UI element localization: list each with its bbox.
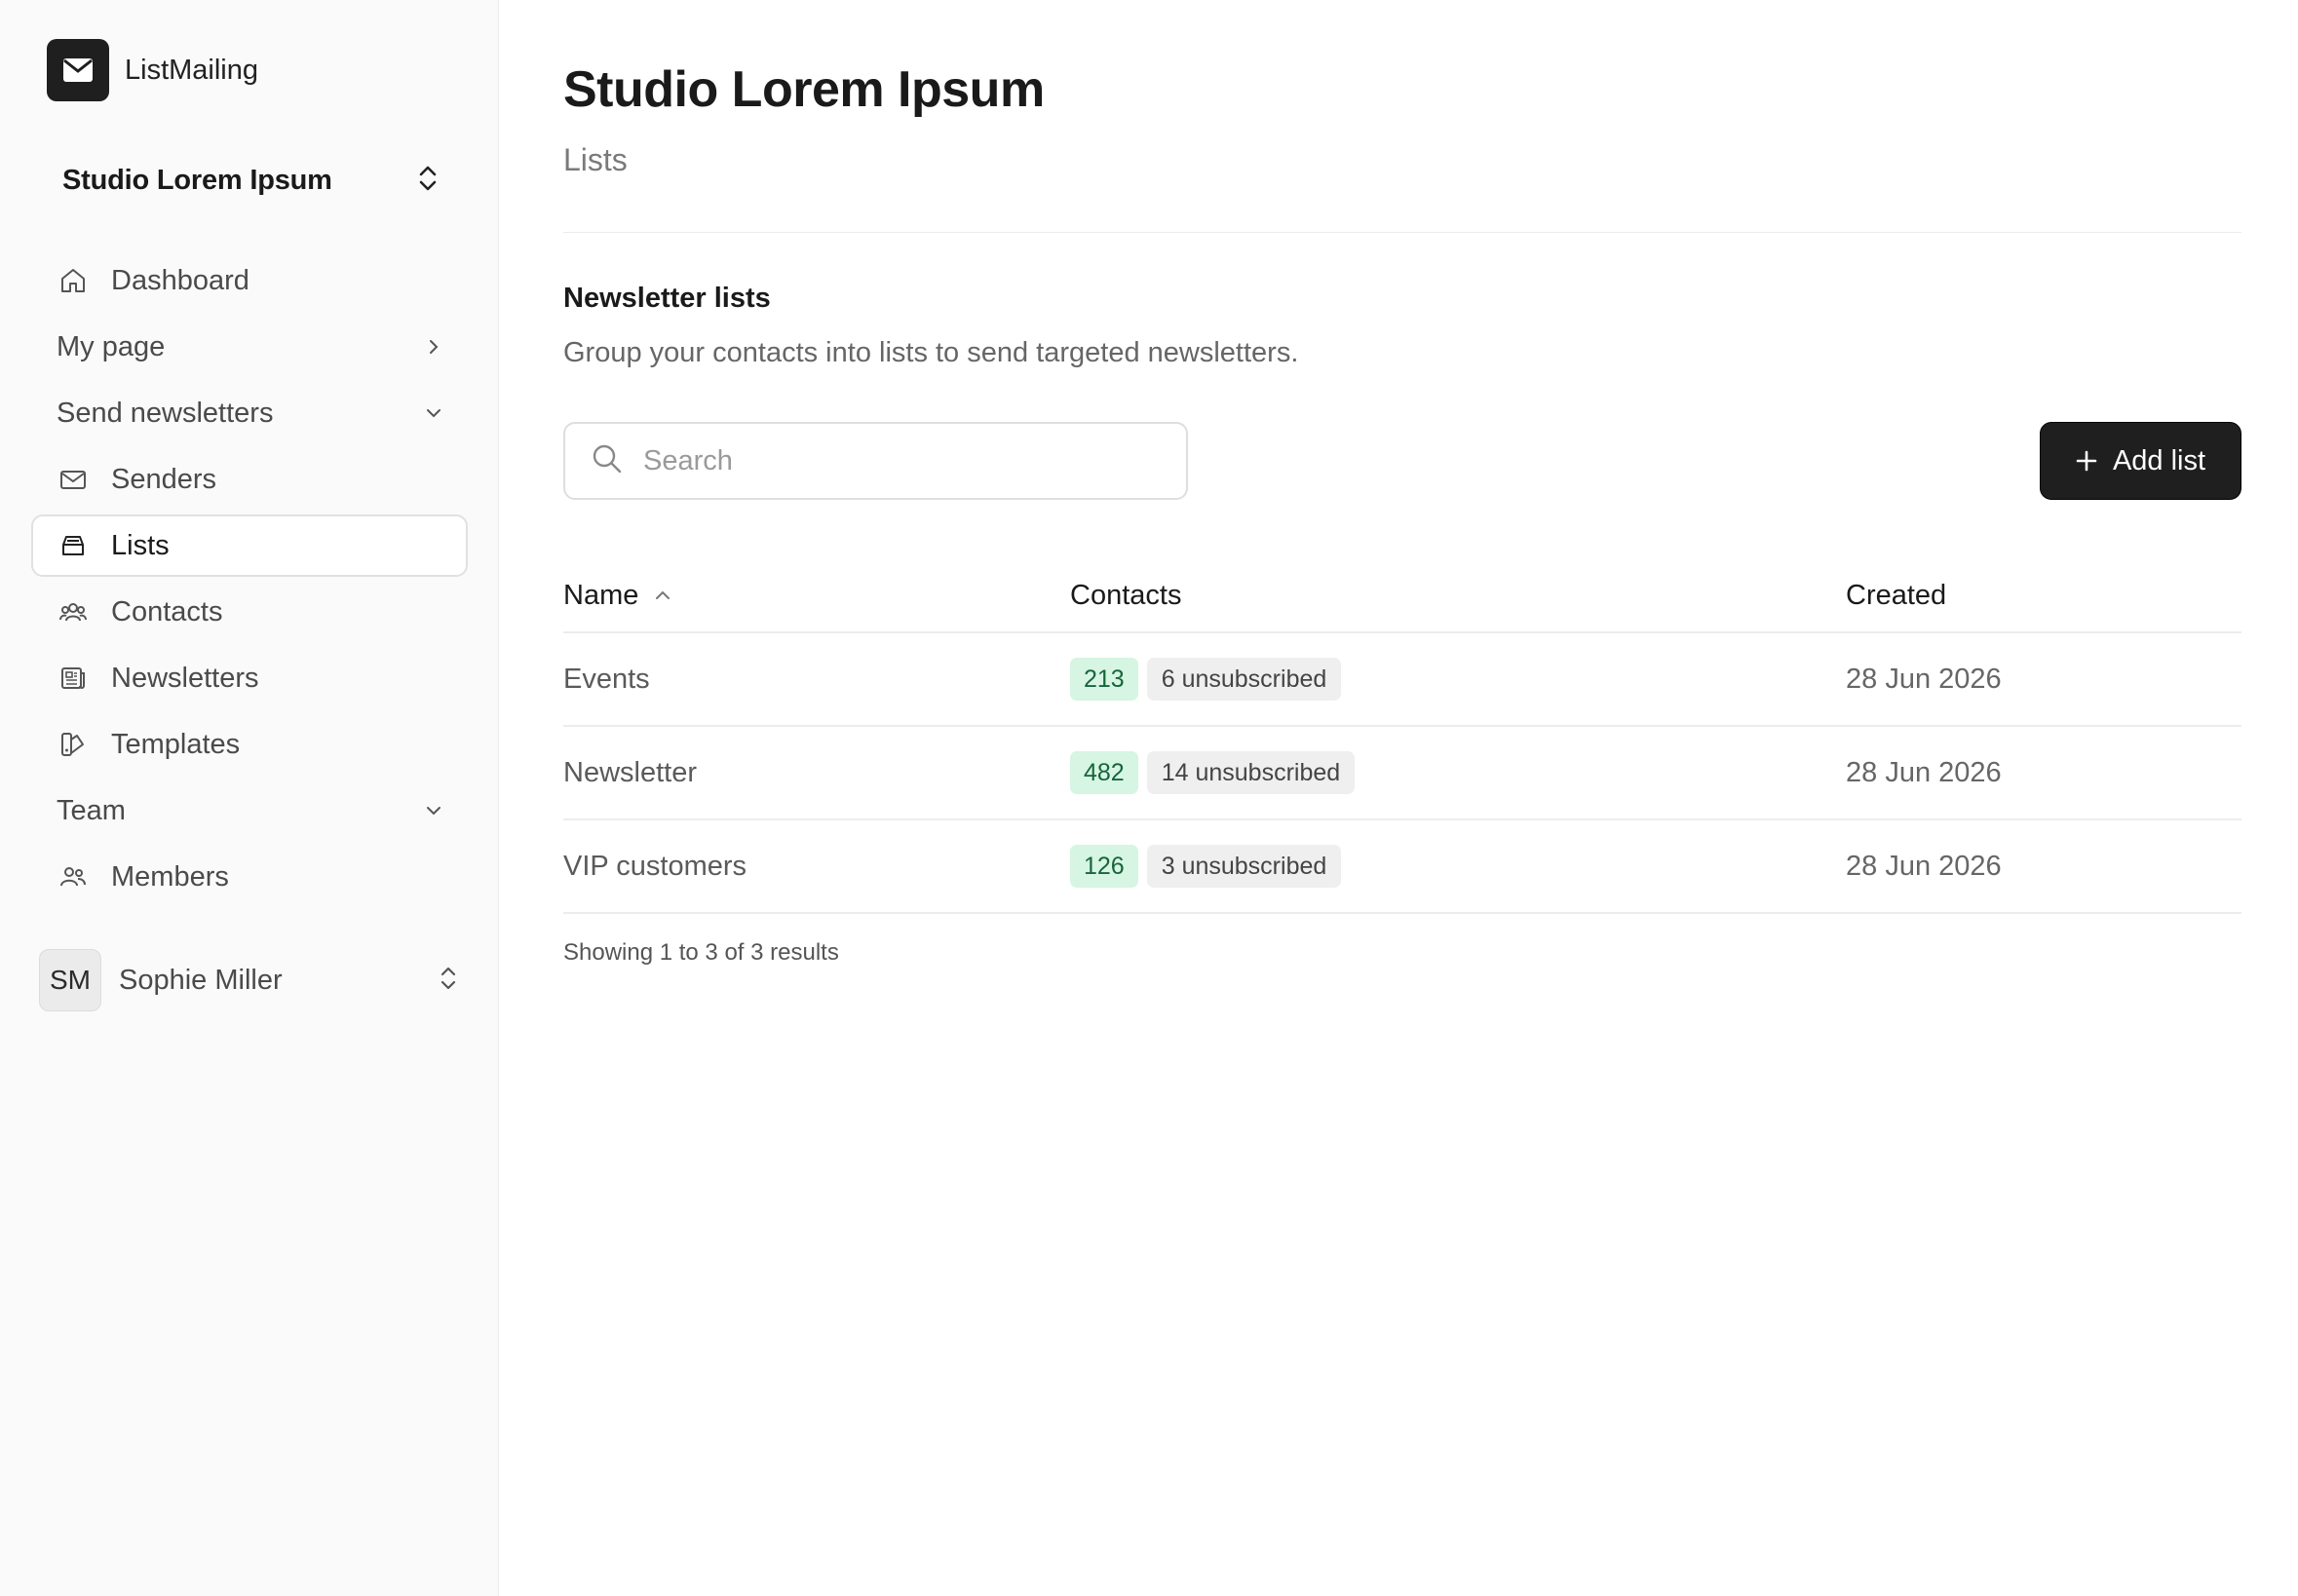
plus-icon [2076, 450, 2097, 472]
chevron-right-icon [425, 331, 442, 363]
column-header-created[interactable]: Created [1846, 580, 2241, 612]
user-menu[interactable]: SM Sophie Miller [39, 947, 458, 1013]
chevron-down-icon [425, 398, 442, 430]
contacts-cell: 482 14 unsubscribed [1070, 751, 1846, 794]
sidebar-item-label: Contacts [111, 595, 223, 627]
avatar: SM [39, 949, 101, 1011]
sidebar-item-newsletters[interactable]: Newsletters [31, 647, 468, 709]
search-input[interactable] [643, 444, 1150, 477]
mail-logo-icon [47, 39, 109, 101]
sidebar-group-label: Send newsletters [57, 397, 274, 429]
sidebar-group-label: My page [57, 330, 166, 362]
sidebar-item-lists[interactable]: Lists [31, 514, 468, 577]
sidebar-item-label: Templates [111, 728, 241, 760]
chevron-up-down-icon [439, 965, 458, 997]
unsubscribed-badge: 6 unsubscribed [1146, 658, 1342, 701]
search-icon [591, 442, 624, 480]
sidebar-item-label: Members [111, 860, 229, 893]
table-row[interactable]: Events 213 6 unsubscribed 28 Jun 2026 [563, 633, 2241, 727]
org-switcher[interactable]: Studio Lorem Ipsum [62, 159, 439, 202]
created-date: 28 Jun 2026 [1846, 850, 2002, 882]
table-row[interactable]: VIP customers 126 3 unsubscribed 28 Jun … [563, 820, 2241, 914]
sidebar-item-templates[interactable]: Templates [31, 713, 468, 776]
home-icon [57, 264, 90, 297]
list-name[interactable]: VIP customers [563, 851, 1070, 883]
sidebar-item-label: Dashboard [111, 264, 249, 296]
sidebar-item-label: Lists [111, 529, 170, 561]
header-divider [563, 232, 2241, 233]
sidebar-item-dashboard[interactable]: Dashboard [31, 249, 468, 312]
sidebar-item-my-page[interactable]: My page [31, 316, 468, 378]
user-name: Sophie Miller [119, 964, 283, 996]
newspaper-icon [57, 662, 90, 695]
sidebar-item-team[interactable]: Team [31, 779, 468, 842]
brand[interactable]: ListMailing [47, 39, 258, 101]
sidebar-item-members[interactable]: Members [31, 846, 468, 908]
users-icon [57, 860, 90, 893]
table-header: Name Contacts Created [563, 559, 2241, 633]
page-title: Studio Lorem Ipsum [563, 61, 1045, 118]
column-header-label: Name [563, 579, 639, 611]
lists-table: Name Contacts Created Events 213 6 unsub… [563, 559, 2241, 914]
column-header-contacts[interactable]: Contacts [1070, 580, 1846, 612]
page-subtitle: Lists [563, 142, 628, 177]
sidebar-nav: Dashboard My page Send newsletters Sende… [31, 249, 468, 912]
contacts-cell: 213 6 unsubscribed [1070, 658, 1846, 701]
sort-ascending-icon [654, 589, 671, 602]
contact-count-badge: 213 [1070, 658, 1138, 701]
unsubscribed-badge: 14 unsubscribed [1146, 751, 1356, 794]
search-box[interactable] [563, 422, 1188, 500]
created-date: 28 Jun 2026 [1846, 756, 2002, 788]
chevron-down-icon [425, 795, 442, 827]
unsubscribed-badge: 3 unsubscribed [1146, 845, 1342, 888]
envelope-icon [57, 463, 90, 496]
results-summary: Showing 1 to 3 of 3 results [563, 939, 839, 966]
contact-count-badge: 126 [1070, 845, 1138, 888]
sidebar-item-send-newsletters[interactable]: Send newsletters [31, 382, 468, 444]
list-name[interactable]: Newsletter [563, 757, 1070, 789]
list-name[interactable]: Events [563, 664, 1070, 696]
sidebar-item-senders[interactable]: Senders [31, 448, 468, 511]
contact-count-badge: 482 [1070, 751, 1138, 794]
section-title: Newsletter lists [563, 283, 771, 314]
sidebar-item-contacts[interactable]: Contacts [31, 581, 468, 643]
swatch-icon [57, 728, 90, 761]
sidebar-item-label: Senders [111, 463, 217, 495]
brand-name: ListMailing [125, 54, 258, 86]
table-row[interactable]: Newsletter 482 14 unsubscribed 28 Jun 20… [563, 727, 2241, 820]
inbox-stack-icon [57, 529, 90, 562]
contacts-cell: 126 3 unsubscribed [1070, 845, 1846, 888]
users-group-icon [57, 595, 90, 628]
org-name: Studio Lorem Ipsum [62, 164, 332, 196]
add-list-button[interactable]: Add list [2040, 422, 2241, 500]
sidebar: ListMailing Studio Lorem Ipsum Dashboard… [0, 0, 499, 1596]
sidebar-item-label: Newsletters [111, 662, 259, 694]
created-date: 28 Jun 2026 [1846, 663, 2002, 695]
section-description: Group your contacts into lists to send t… [563, 337, 1299, 368]
add-list-label: Add list [2112, 444, 2206, 476]
sidebar-group-label: Team [57, 794, 126, 826]
chevron-up-down-icon [417, 164, 439, 198]
column-header-name[interactable]: Name [563, 580, 1070, 612]
